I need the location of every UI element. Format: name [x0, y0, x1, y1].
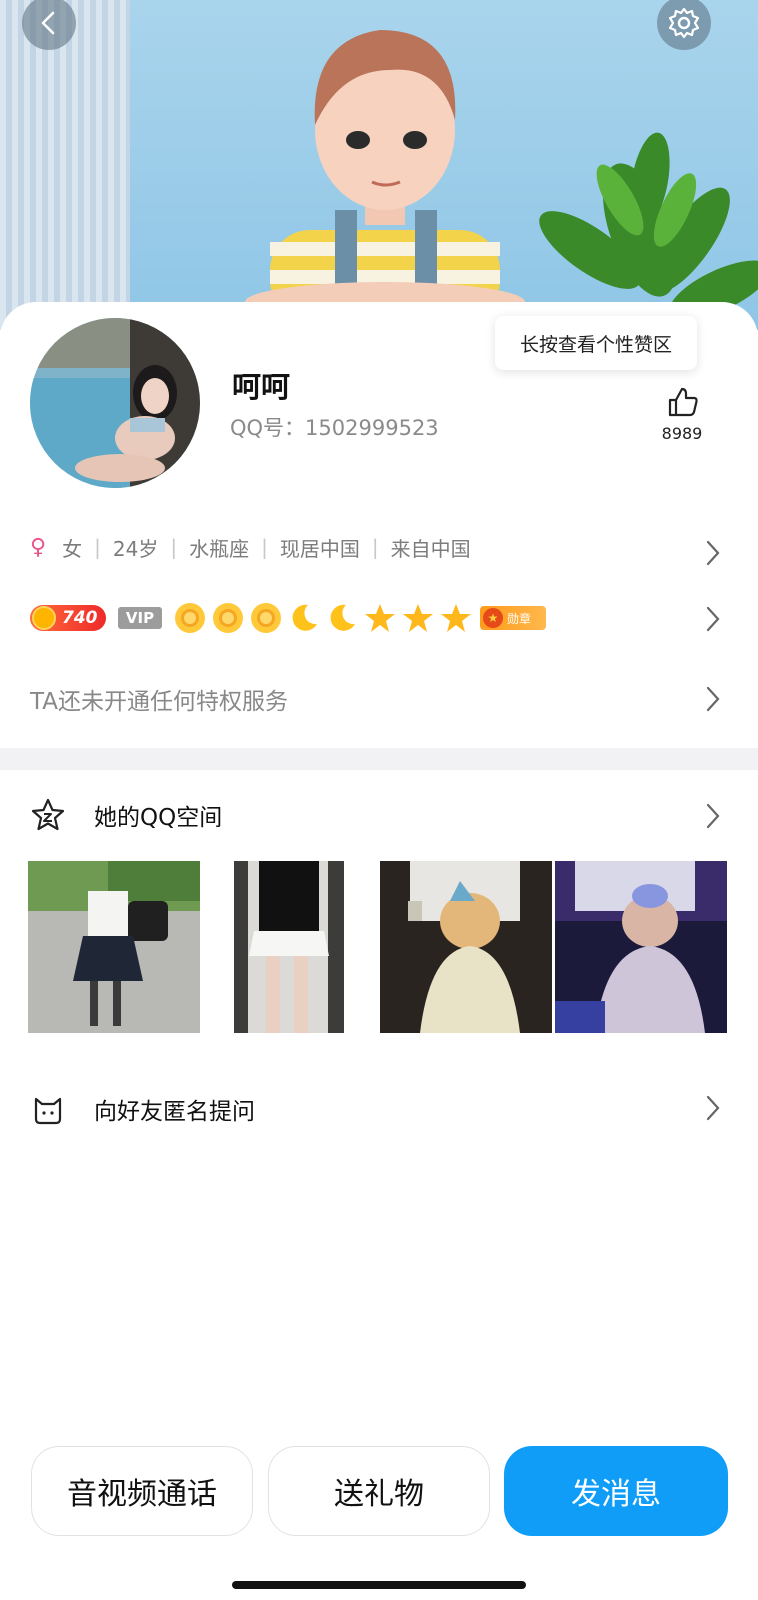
qzone-photo[interactable]	[234, 861, 344, 1033]
level-badges-row[interactable]: 740 VIP ★ 勋章	[30, 601, 546, 635]
cover-curtain	[0, 0, 130, 330]
settings-button[interactable]	[657, 0, 711, 50]
photo-image	[555, 861, 727, 1033]
hometown: 来自中国	[390, 536, 471, 561]
level-value: 740	[62, 608, 98, 628]
level-icons	[174, 602, 472, 634]
sun-icon	[175, 603, 205, 633]
section-divider	[0, 748, 758, 770]
medal-star-icon: ★	[483, 608, 503, 628]
chevron-right-icon[interactable]	[704, 605, 722, 633]
chevron-left-icon	[41, 11, 55, 35]
home-indicator[interactable]	[232, 1581, 526, 1589]
moon-icon	[330, 604, 355, 631]
thumbs-up-icon[interactable]	[666, 385, 700, 419]
qzone-entry[interactable]: 她的QQ空间	[30, 797, 222, 833]
chevron-right-icon[interactable]	[704, 685, 722, 713]
star-icon	[403, 604, 433, 632]
star-icon	[365, 604, 395, 632]
profile-cover	[0, 0, 758, 330]
zodiac: 水瓶座	[189, 536, 250, 561]
chevron-right-icon[interactable]	[704, 539, 722, 567]
video-call-button[interactable]: 音视频通话	[31, 1446, 253, 1536]
level-badge: 740	[30, 605, 106, 631]
chevron-right-icon[interactable]	[704, 1094, 722, 1122]
cover-plant	[539, 132, 758, 320]
divider: |	[261, 535, 268, 559]
avatar-image	[30, 318, 200, 488]
star-face-icon	[31, 798, 65, 831]
divider: |	[371, 535, 379, 559]
anonymous-ask-label: 向好友匿名提问	[94, 1099, 255, 1125]
coin-icon	[32, 606, 56, 630]
photo-image	[28, 861, 200, 1033]
basic-info-row[interactable]: ♀ 女 | 24岁 | 水瓶座 | 现居中国 | 来自中国	[30, 530, 730, 564]
moon-icon	[292, 604, 317, 631]
gender: 女	[62, 536, 83, 561]
qzone-label: 她的QQ空间	[94, 805, 223, 831]
star-icon	[441, 604, 471, 632]
like-zone-tooltip: 长按查看个性赞区	[495, 316, 697, 370]
qq-number: QQ号：1502999523	[230, 416, 439, 440]
qzone-photo[interactable]	[380, 861, 552, 1033]
chevron-right-icon[interactable]	[704, 802, 722, 830]
photo-image	[234, 861, 344, 1033]
sun-icon	[213, 603, 243, 633]
avatar[interactable]	[30, 318, 200, 488]
photo-image	[380, 861, 552, 1033]
send-message-button[interactable]: 发消息	[504, 1446, 728, 1536]
female-icon: ♀	[30, 534, 47, 560]
zplan-avatar-figure	[245, 30, 525, 320]
current-location: 现居中国	[279, 536, 360, 561]
age: 24岁	[112, 536, 159, 561]
qzone-photo[interactable]	[555, 861, 727, 1033]
like-count: 8989	[661, 424, 703, 443]
privilege-status[interactable]: TA还未开通任何特权服务	[30, 682, 288, 716]
qzone-photo[interactable]	[28, 861, 200, 1033]
medal-badge: ★ 勋章	[480, 606, 546, 630]
sun-icon	[251, 603, 281, 633]
gear-icon	[668, 7, 700, 39]
divider: |	[170, 535, 178, 559]
send-gift-button[interactable]: 送礼物	[268, 1446, 490, 1536]
cat-icon	[34, 1097, 62, 1125]
nickname: 呵呵	[232, 370, 291, 404]
anonymous-ask-entry[interactable]: 向好友匿名提问	[30, 1091, 255, 1127]
divider: |	[94, 535, 101, 559]
medal-label: 勋章	[507, 611, 532, 626]
vip-badge: VIP	[118, 607, 162, 629]
